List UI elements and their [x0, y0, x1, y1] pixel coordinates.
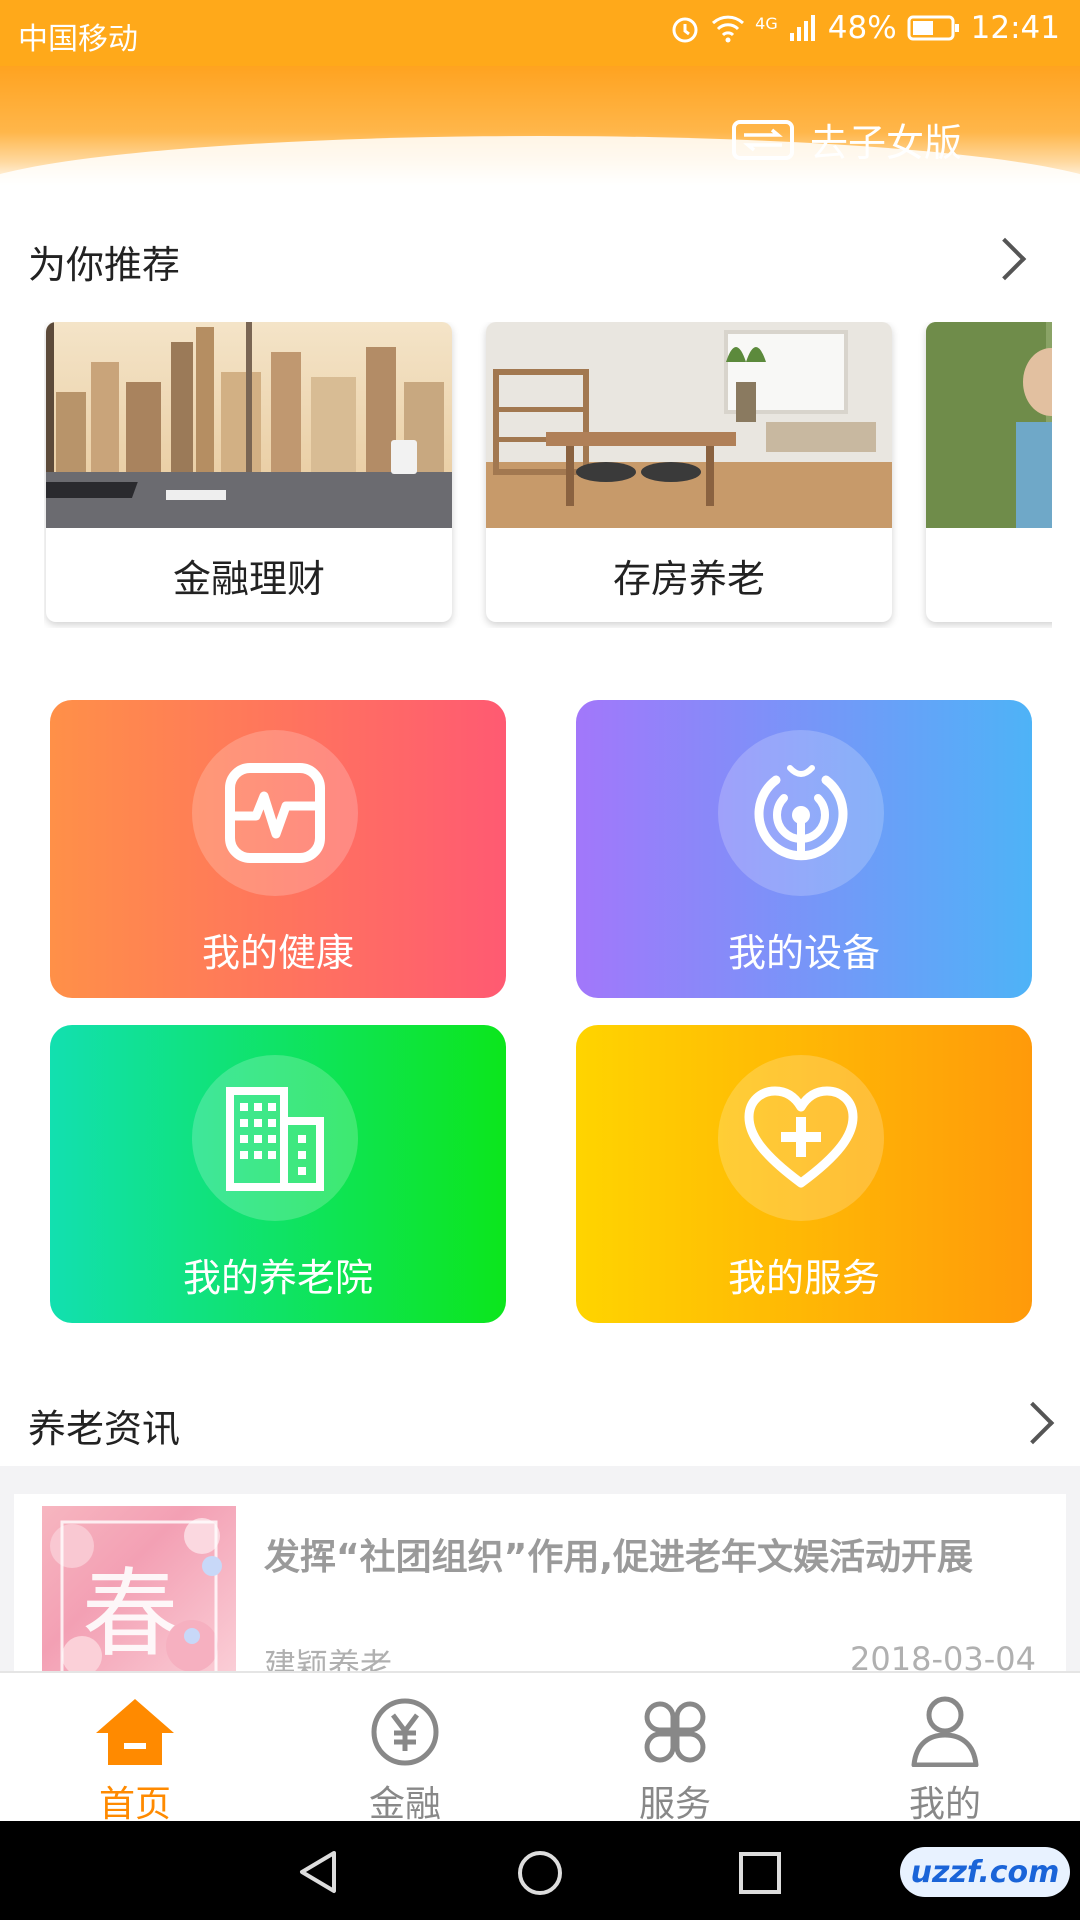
nav-home[interactable]: 首页: [0, 1673, 270, 1825]
recommend-title: 为你推荐: [28, 243, 181, 287]
switch-to-child-version-button[interactable]: 去子女版: [731, 112, 962, 167]
news-more-button[interactable]: [1011, 1401, 1058, 1448]
health-icon-circle: [192, 730, 358, 896]
recommend-more-button[interactable]: [983, 237, 1030, 284]
chevron-right-icon: [983, 237, 1027, 281]
device-signal-icon: [754, 765, 848, 861]
my-health-tile[interactable]: 我的健康: [50, 700, 506, 998]
nav-me[interactable]: 我的: [810, 1673, 1080, 1825]
system-navigation-bar: uzzf.com: [0, 1821, 1080, 1920]
tile-label: 我的养老院: [182, 1256, 373, 1300]
recents-icon[interactable]: [738, 1851, 782, 1895]
tile-label: 我的服务: [727, 1256, 880, 1300]
battery-icon: [907, 15, 959, 41]
city-office-photo: [46, 322, 452, 528]
nav-finance[interactable]: 金融: [270, 1673, 540, 1825]
nav-label: 金融: [368, 1784, 441, 1825]
yuan-icon: [371, 1698, 439, 1766]
heart-icon-circle: [718, 1055, 884, 1221]
living-room-photo: [486, 322, 892, 528]
my-nursing-home-tile[interactable]: 我的养老院: [50, 1025, 506, 1323]
network-type: 4G: [755, 14, 778, 33]
recommend-card-label: [926, 528, 1052, 622]
nav-label: 我的: [908, 1784, 981, 1825]
news-headline[interactable]: 发挥“社团组织”作用,促进老年文娱活动开展: [264, 1528, 973, 1580]
wifi-icon: [712, 15, 745, 43]
switch-label: 去子女版: [809, 121, 962, 165]
news-title: 养老资讯: [28, 1407, 181, 1451]
bottom-navigation: 首页 金融 服务 我的: [0, 1671, 1080, 1825]
signal-icon: [789, 15, 815, 41]
home-icon: [96, 1699, 174, 1765]
thumb-text: 春: [82, 1558, 178, 1670]
grid-icon: [644, 1701, 706, 1763]
building-icon-circle: [192, 1055, 358, 1221]
carrier-label: 中国移动: [18, 22, 138, 57]
recommend-card-label: 金融理财: [172, 556, 325, 601]
tile-label: 我的设备: [727, 931, 880, 975]
chevron-right-icon: [1011, 1401, 1055, 1445]
device-icon-circle: [718, 730, 884, 896]
nav-label: 首页: [98, 1784, 171, 1825]
news-thumbnail: 春: [42, 1506, 236, 1682]
recommend-carousel[interactable]: 金融理财 存房养老: [44, 322, 1052, 628]
recommend-card-housing[interactable]: 存房养老: [486, 322, 892, 622]
building-icon: [226, 1087, 324, 1191]
clock: 12:41: [970, 10, 1060, 46]
switch-icon: [731, 119, 794, 160]
nav-label: 服务: [638, 1784, 711, 1825]
watermark-logo: uzzf.com: [900, 1847, 1070, 1897]
status-icons: 4G 48% 12:41: [669, 10, 1060, 46]
recommend-card-label: 存房养老: [612, 556, 765, 601]
watermark-text: uzzf.com: [910, 1854, 1060, 1890]
recommend-card-partial[interactable]: [926, 322, 1052, 622]
elderly-person-photo: [926, 322, 1052, 528]
heart-plus-icon: [744, 1086, 858, 1188]
battery-percent: 48%: [827, 10, 897, 46]
back-icon[interactable]: [296, 1849, 342, 1895]
health-monitor-icon: [225, 763, 325, 863]
recommend-card-finance[interactable]: 金融理财: [46, 322, 452, 622]
app-header: 去子女版: [0, 66, 1080, 186]
person-icon: [911, 1696, 979, 1767]
home-button-icon[interactable]: [516, 1849, 564, 1897]
my-services-tile[interactable]: 我的服务: [576, 1025, 1032, 1323]
tile-label: 我的健康: [201, 931, 354, 975]
my-devices-tile[interactable]: 我的设备: [576, 700, 1032, 998]
nav-services[interactable]: 服务: [540, 1673, 810, 1825]
status-bar: 中国移动 4G 48% 12:41: [0, 0, 1080, 66]
alarm-icon: [672, 17, 698, 43]
